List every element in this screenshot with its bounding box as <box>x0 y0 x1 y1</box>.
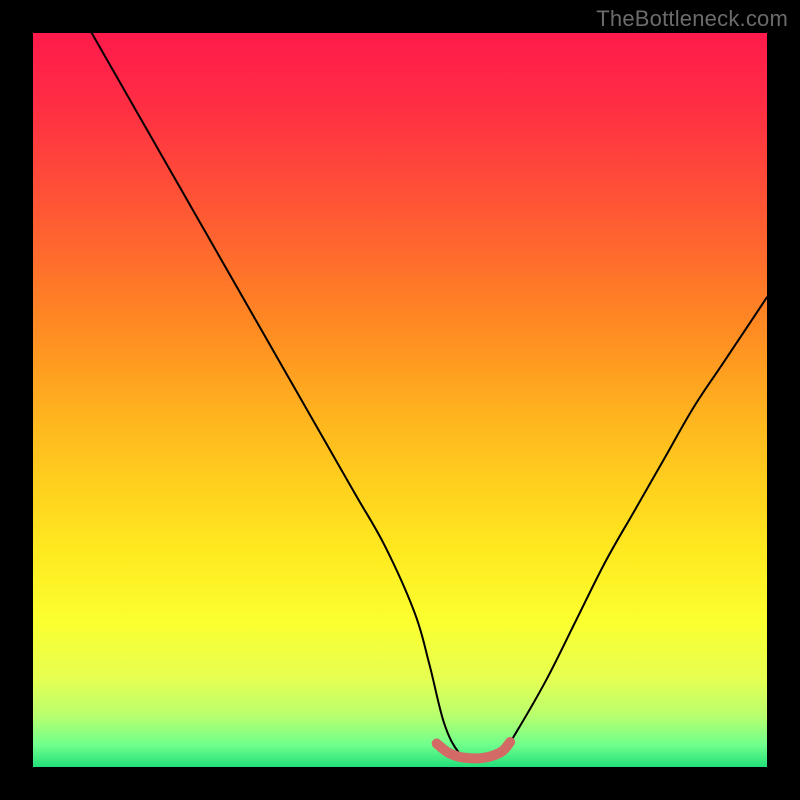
plot-area <box>33 33 767 767</box>
optimal-range-marker <box>437 742 510 758</box>
curve-layer <box>33 33 767 767</box>
watermark-text: TheBottleneck.com <box>596 6 788 32</box>
bottleneck-curve <box>92 33 767 761</box>
chart-frame: TheBottleneck.com <box>0 0 800 800</box>
